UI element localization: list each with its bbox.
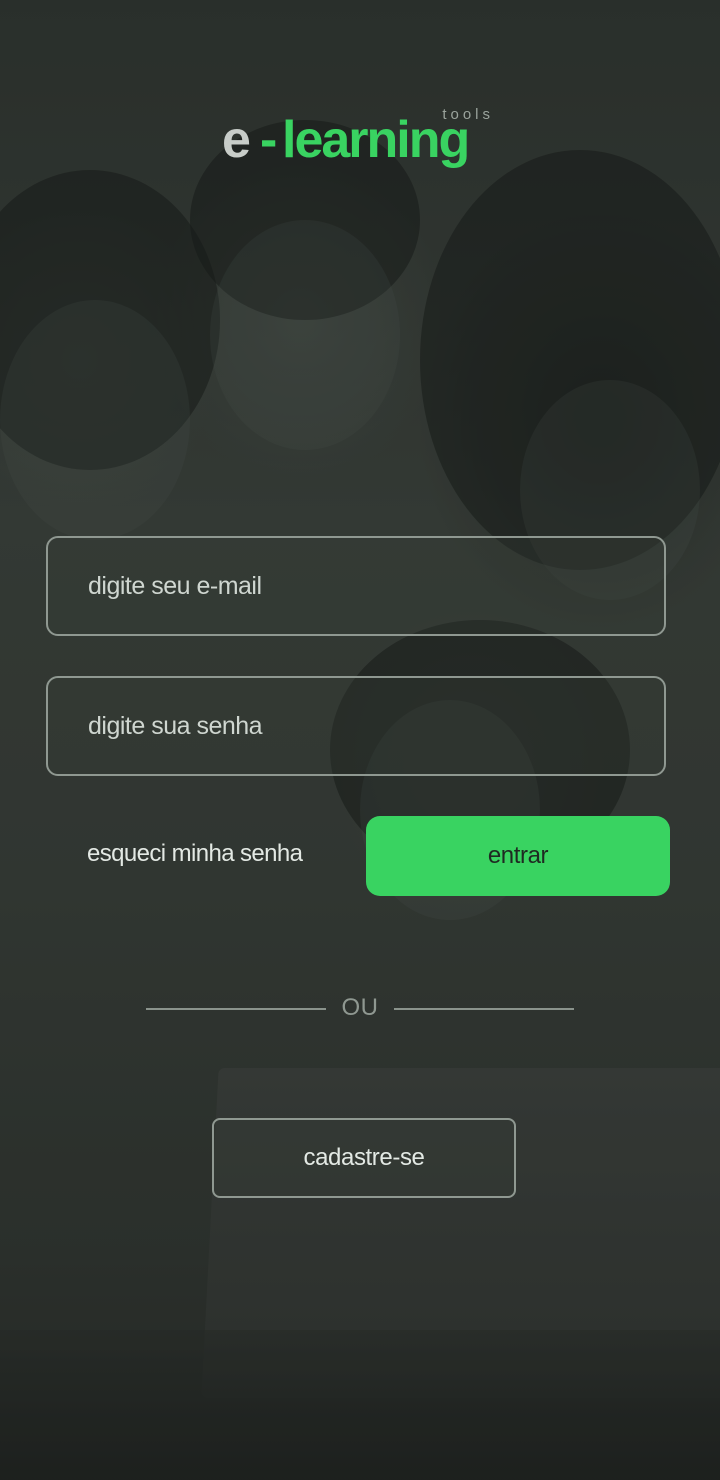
logo-dash: -: [260, 111, 278, 169]
signup-button[interactable]: cadastre-se: [212, 1118, 516, 1198]
login-button[interactable]: entrar: [366, 816, 670, 896]
divider-line-right: [394, 1008, 574, 1010]
forgot-password-link[interactable]: esqueci minha senha: [87, 840, 303, 868]
email-field[interactable]: [88, 538, 628, 634]
password-field[interactable]: [88, 678, 628, 774]
email-field-container: [46, 536, 666, 636]
logo-prefix: e: [222, 111, 251, 169]
password-field-container: [46, 676, 666, 776]
or-divider: OU: [146, 994, 574, 1024]
logo-word: learning: [282, 111, 470, 169]
app-logo: tools e - learning: [0, 100, 720, 180]
